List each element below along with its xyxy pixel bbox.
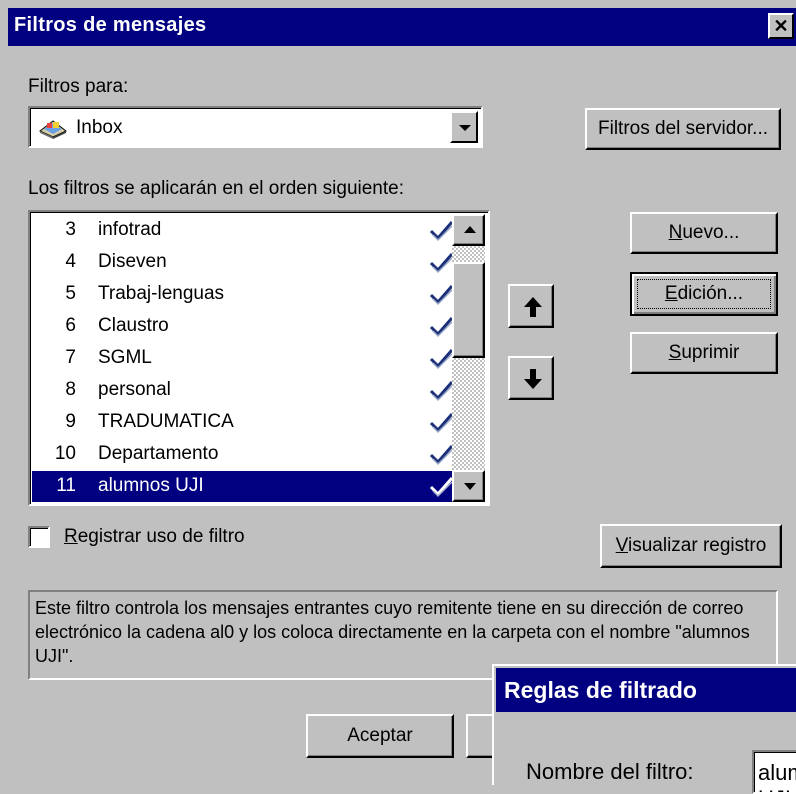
scroll-up-arrow-icon[interactable] [452,214,485,246]
filter-name-input[interactable]: alumnos UJI [752,750,796,794]
filter-row[interactable]: 9 TRADUMATICA [32,407,456,438]
filter-rules-window[interactable]: Reglas de filtrado Nombre del filtro: al… [492,664,796,794]
move-down-button[interactable] [508,356,554,400]
view-log-button[interactable]: Visualizar registro [600,524,782,568]
enabled-check-icon[interactable] [428,441,454,467]
mnemonic: R [64,526,78,547]
filter-number: 8 [65,379,76,400]
close-button[interactable]: ✕ [768,13,794,39]
log-usage-label[interactable]: Registrar uso de filtro [64,526,245,548]
mnemonic: N [668,222,683,243]
close-icon: ✕ [773,16,789,36]
filter-name-label: Nombre del filtro: [526,759,694,784]
filter-name: SGML [98,347,152,368]
rules-title-bar: Reglas de filtrado [496,668,796,712]
enabled-check-icon[interactable] [428,313,454,339]
delete-filter-button[interactable]: Suprimir [630,332,778,374]
selected-folder: Inbox [76,117,123,138]
filter-name-value: alumnos UJI [758,760,796,792]
filter-row[interactable]: 6 Claustro [32,311,456,342]
enabled-check-icon[interactable] [428,473,454,499]
mnemonic: V [615,535,628,556]
filter-number: 4 [65,251,76,272]
folder-dropdown[interactable]: Inbox [28,106,483,148]
enabled-check-icon[interactable] [428,217,454,243]
filter-row[interactable]: 4 Diseven [32,247,456,278]
filter-row[interactable]: 5 Trabaj-lenguas [32,279,456,310]
button-label: uprimir [681,342,740,363]
filter-number: 6 [65,315,76,336]
button-label: isualizar registro [628,535,767,556]
filter-name: personal [98,379,171,400]
filter-row[interactable]: 7 SGML [32,343,456,374]
mnemonic: S [668,342,682,363]
filter-list[interactable]: 3 infotrad 4 Diseven 5 Trabaj-lenguas 6 … [28,210,490,506]
inbox-icon [39,120,67,139]
scroll-down-arrow-icon[interactable] [452,470,485,502]
filter-row[interactable]: 3 infotrad [32,215,456,246]
button-label: uevo... [682,222,740,243]
new-filter-button[interactable]: Nuevo... [630,212,778,254]
filters-for-label: Filtros para: [28,76,129,97]
checkbox-label: egistrar uso de filtro [77,526,245,547]
enabled-check-icon[interactable] [428,409,454,435]
list-scrollbar[interactable] [452,214,485,502]
enabled-check-icon[interactable] [428,345,454,371]
filter-name: Departamento [98,443,219,464]
arrow-down-icon [524,369,542,389]
filter-row[interactable]: 8 personal [32,375,456,406]
order-label: Los filtros se aplicarán en el orden sig… [28,178,405,199]
filter-row[interactable]: 10 Departamento [32,439,456,470]
arrow-up-icon [524,297,542,317]
filter-number: 5 [65,283,76,304]
edit-filter-button[interactable]: Edición... [630,272,778,316]
focus-ring [637,279,771,309]
filter-number: 11 [56,475,76,496]
filter-number: 3 [65,219,76,240]
scroll-thumb[interactable] [452,262,485,358]
server-filters-button[interactable]: Filtros del servidor... [585,108,781,150]
filter-name: alumnos UJI [98,475,204,496]
filter-name: Claustro [98,315,169,336]
enabled-check-icon[interactable] [428,377,454,403]
rules-window-title: Reglas de filtrado [504,677,697,703]
filter-name: Diseven [98,251,167,272]
filter-name: infotrad [98,219,162,240]
filter-name: Trabaj-lenguas [98,283,225,304]
filter-row-selected[interactable]: 11 alumnos UJI [32,471,456,502]
accept-button[interactable]: Aceptar [306,714,454,758]
move-up-button[interactable] [508,284,554,328]
filter-number: 7 [65,347,76,368]
window-title: Filtros de mensajes [14,14,207,36]
enabled-check-icon[interactable] [428,249,454,275]
filter-name: TRADUMATICA [98,411,234,432]
dropdown-arrow-icon[interactable] [450,111,478,143]
filter-number: 10 [54,443,76,464]
log-usage-checkbox[interactable] [28,526,50,548]
filter-number: 9 [65,411,76,432]
title-bar: Filtros de mensajes ✕ [8,8,796,46]
enabled-check-icon[interactable] [428,281,454,307]
